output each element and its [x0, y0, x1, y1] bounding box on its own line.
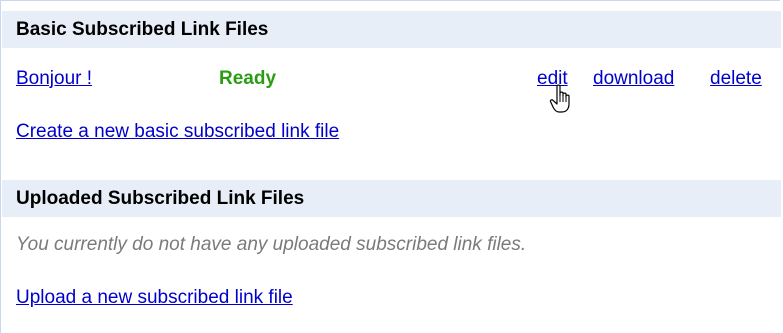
empty-uploaded-message: You currently do not have any uploaded s… [16, 234, 527, 255]
subscribed-links-panel: Basic Subscribed Link Files Bonjour ! Re… [0, 0, 781, 333]
delete-link[interactable]: delete [710, 67, 762, 91]
download-link[interactable]: download [593, 67, 674, 91]
file-name-link[interactable]: Bonjour ! [16, 67, 92, 91]
hand-pointer-icon [549, 84, 570, 113]
create-basic-link-file-link[interactable]: Create a new basic subscribed link file [16, 120, 339, 144]
uploaded-section-title: Uploaded Subscribed Link Files [2, 180, 781, 217]
file-status-badge: Ready [219, 68, 277, 89]
basic-section-title: Basic Subscribed Link Files [2, 11, 781, 48]
upload-link-file-link[interactable]: Upload a new subscribed link file [16, 286, 293, 310]
